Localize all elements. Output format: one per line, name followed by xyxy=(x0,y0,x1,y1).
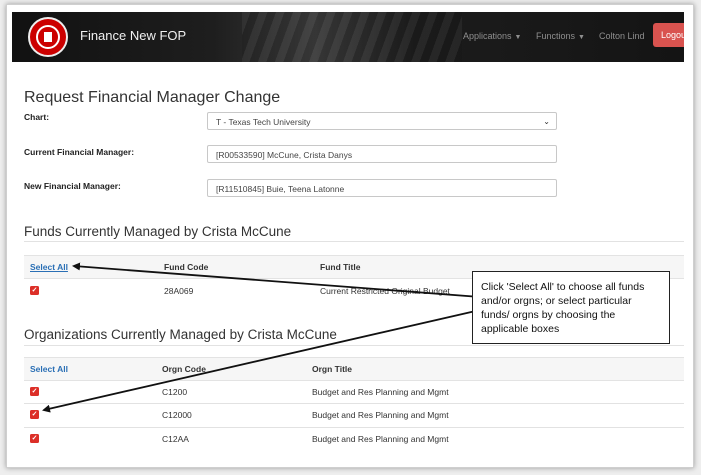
annotation-arrows xyxy=(42,262,481,413)
arrow-to-funds-select-all xyxy=(72,262,481,298)
arrow-to-orgn-checkbox xyxy=(42,309,481,413)
instruction-callout: Click 'Select All' to choose all funds a… xyxy=(472,271,670,344)
